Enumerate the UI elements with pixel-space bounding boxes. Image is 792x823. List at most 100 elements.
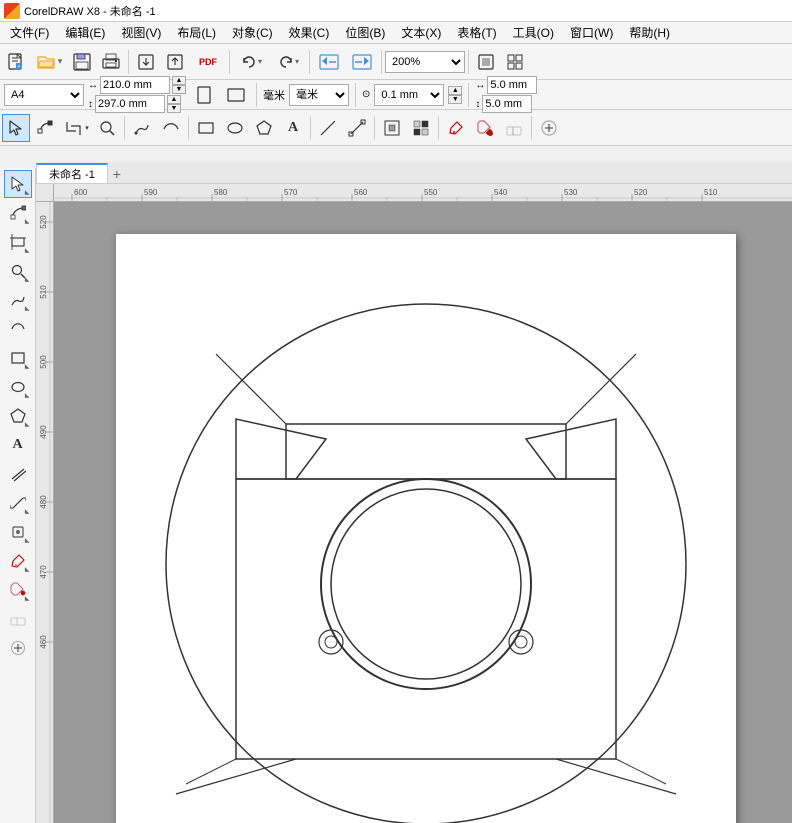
menu-file[interactable]: 文件(F) [2,22,57,43]
width-icon: ↔ [88,80,98,91]
zoom-tool-btn[interactable] [93,114,121,142]
tool-eraser[interactable] [4,605,32,633]
width-input[interactable] [100,76,170,94]
sep2 [229,50,230,74]
menu-window[interactable]: 窗口(W) [562,22,621,43]
page-size-select[interactable]: A4 [4,84,84,106]
select-tool-btn[interactable] [2,114,30,142]
special2-button[interactable] [346,48,378,76]
tool-add[interactable] [4,634,32,662]
menu-view[interactable]: 视图(V) [113,22,169,43]
portrait-button[interactable] [190,81,218,109]
pdf-button[interactable]: PDF [190,48,226,76]
tool-polygon[interactable]: ◣ [4,402,32,430]
eyedropper-tool-btn[interactable] [442,114,470,142]
toolbar3: ▾ A [0,110,792,146]
tool-rect[interactable]: ◣ [4,344,32,372]
menu-edit[interactable]: 编辑(E) [57,22,113,43]
menu-object[interactable]: 对象(C) [224,22,281,43]
menu-text[interactable]: 文本(X) [393,22,449,43]
lw-down[interactable]: ▼ [448,95,462,104]
drawing-canvas[interactable] [116,234,736,823]
tool-text[interactable]: A [4,431,32,459]
line-width-icon: ⊙ [362,89,370,100]
import-button[interactable] [132,48,160,76]
tool-select[interactable]: ◣ [4,170,32,198]
nudge-v-input[interactable] [482,95,532,113]
tool-zoom[interactable]: ◣ [4,257,32,285]
menu-layout[interactable]: 布局(L) [169,22,224,43]
line-width-select[interactable]: 0.1 mm [374,84,444,106]
tool-smooth[interactable] [4,315,32,343]
height-spin[interactable]: ▲ ▼ [167,95,181,113]
unit-select[interactable]: 毫米cminchpx [289,84,349,106]
transform-tool-btn[interactable] [378,114,406,142]
undo-button[interactable]: ▾ [233,48,269,76]
zoom-select[interactable]: 200% 50%75%100%150%300% [385,51,465,73]
ellipse-tool-btn[interactable] [221,114,249,142]
menu-table[interactable]: 表格(T) [449,22,504,43]
pattern-tool-btn[interactable] [407,114,435,142]
fill-tool-btn[interactable] [471,114,499,142]
crop-tool-btn[interactable]: ▾ [60,114,92,142]
tool-ellipse[interactable]: ◣ [4,373,32,401]
sep-prop1 [256,83,257,107]
tool-freehand[interactable]: ◣ [4,286,32,314]
sep5 [468,50,469,74]
smooth-tool-btn[interactable] [157,114,185,142]
sep4 [381,50,382,74]
height-up[interactable]: ▲ [167,95,181,104]
sep-t3-2 [188,116,189,140]
width-spin[interactable]: ▲ ▼ [172,76,186,94]
landscape-button[interactable] [222,81,250,109]
export-button[interactable] [161,48,189,76]
text-tool-btn[interactable]: A [279,114,307,142]
grid-button[interactable] [501,48,529,76]
menu-effects[interactable]: 效果(C) [281,22,338,43]
sep-prop2 [355,83,356,107]
tool-interactive[interactable]: ◣ [4,518,32,546]
save-button[interactable] [68,48,96,76]
node-tool-btn[interactable] [31,114,59,142]
line-tool-btn[interactable] [314,114,342,142]
tool-fill[interactable]: ◣ [4,576,32,604]
svg-text:550: 550 [424,188,438,197]
svg-text:570: 570 [284,188,298,197]
open-button[interactable]: ▾ [31,48,67,76]
connector-tool-btn[interactable] [343,114,371,142]
view-fit-button[interactable] [472,48,500,76]
ruler-ticks-h: 600 590 580 570 560 550 540 530 520 510 [72,188,718,202]
redo-button[interactable]: ▾ [270,48,306,76]
svg-text:510: 510 [704,188,718,197]
special1-button[interactable] [313,48,345,76]
ruler-corner [36,184,54,202]
menu-tools[interactable]: 工具(O) [505,22,562,43]
tool-crop[interactable]: ◣ [4,228,32,256]
tab-bar: 未命名 -1 + [36,162,792,184]
polygon-tool-btn[interactable] [250,114,278,142]
height-down[interactable]: ▼ [167,104,181,113]
nudge-h-input[interactable] [487,76,537,94]
tool-shape[interactable]: ◣ [4,199,32,227]
print-button[interactable] [97,48,125,76]
svg-text:590: 590 [144,188,158,197]
canvas-area[interactable]: 600 590 580 570 560 550 540 530 520 510 [36,184,792,823]
tool-eyedropper[interactable]: ◣ [4,547,32,575]
tab-unnamed[interactable]: 未命名 -1 [36,163,108,183]
width-up[interactable]: ▲ [172,76,186,85]
tool-parallel[interactable] [4,460,32,488]
tab-add-button[interactable]: + [108,165,126,183]
freehand-tool-btn[interactable] [128,114,156,142]
add-tool-btn[interactable] [535,114,563,142]
width-down[interactable]: ▼ [172,85,186,94]
menu-bitmap[interactable]: 位图(B) [337,22,393,43]
svg-text:510: 510 [39,285,48,299]
line-width-spin[interactable]: ▲ ▼ [448,86,462,104]
lw-up[interactable]: ▲ [448,86,462,95]
tool-connector[interactable]: ◣ [4,489,32,517]
menu-help[interactable]: 帮助(H) [621,22,678,43]
new-button[interactable]: + [2,48,30,76]
rect-tool-btn[interactable] [192,114,220,142]
height-input[interactable] [95,95,165,113]
eraser-tool-btn[interactable] [500,114,528,142]
